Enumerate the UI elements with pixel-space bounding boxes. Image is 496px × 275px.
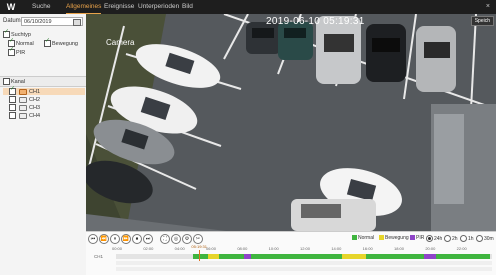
legend-normal: Normal — [352, 235, 374, 241]
timeline-tick-label: 18:00 — [394, 246, 405, 251]
pir-checkbox[interactable] — [8, 47, 15, 56]
timeline-tick-label: 00:00 — [112, 246, 123, 251]
range-24h[interactable]: 24h — [426, 235, 442, 242]
ch3-checkbox[interactable] — [9, 104, 16, 111]
type-pir[interactable]: PIR — [8, 47, 26, 57]
tab-bild[interactable]: Bild — [182, 0, 193, 14]
motion-label: Bewegung — [52, 40, 78, 47]
tab-unterperioden[interactable]: Unterperioden — [138, 0, 179, 14]
normal-swatch — [352, 235, 357, 241]
legend-pir: PIR — [410, 235, 424, 241]
rewind-button[interactable]: ⏪ — [99, 234, 109, 244]
skip-back-button[interactable]: ⏮ — [88, 234, 98, 244]
ch2-label: CH2 — [29, 96, 41, 103]
range-24h-radio[interactable] — [426, 235, 433, 242]
zoom-button[interactable]: ◎ — [171, 234, 181, 244]
playback-controls: ⏮ ⏪ ⏸ ⏩ ⏹ ⏭ ⛶ ◎ ⚙ ✂ Normal Bewegung PIR … — [86, 232, 496, 244]
close-button[interactable]: × — [486, 0, 490, 14]
ch3-label: CH3 — [29, 104, 41, 111]
ch1-label: CH1 — [29, 88, 41, 95]
settings-button[interactable]: ⚙ — [182, 234, 192, 244]
range-2h[interactable]: 2h — [444, 235, 458, 242]
app-logo: W — [6, 2, 16, 12]
timeline-segment-normal[interactable] — [287, 254, 342, 259]
legend-motion: Bewegung — [379, 235, 409, 241]
camera-overlay-label: Camera — [106, 38, 135, 47]
motion-swatch — [379, 235, 384, 241]
pir-swatch — [410, 235, 415, 241]
channel-item-ch3[interactable]: CH3 — [3, 104, 85, 111]
fast-forward-button[interactable]: ⏩ — [121, 234, 131, 244]
top-bar: W Suche Allgemeines Ereignisse Unterperi… — [0, 0, 496, 14]
channel-item-ch1[interactable]: CH1 — [3, 86, 85, 95]
range-30m-radio[interactable] — [476, 235, 483, 242]
date-field[interactable]: 06/10/2019 — [21, 17, 83, 26]
tab-ereignisse[interactable]: Ereignisse — [104, 0, 134, 14]
clip-button[interactable]: ✂ — [193, 234, 203, 244]
type-motion[interactable]: Bewegung — [44, 38, 78, 48]
search-type-checkbox[interactable] — [3, 29, 10, 38]
timeline-segment-pir[interactable] — [243, 254, 252, 259]
video-view[interactable]: Camera 2019-06-10 05:19:31 Speich — [86, 14, 496, 231]
ch4-checkbox[interactable] — [9, 112, 16, 119]
channel-all-checkbox[interactable] — [3, 78, 10, 85]
channel-item-ch2[interactable]: CH2 — [3, 96, 85, 103]
motion-checkbox[interactable] — [44, 38, 51, 47]
stop-button[interactable]: ⏹ — [132, 234, 142, 244]
timeline-tick-label: 16:00 — [362, 246, 373, 251]
timeline-segment-normal[interactable] — [435, 254, 491, 259]
timeline-tick-label: 02:00 — [143, 246, 154, 251]
channel-label: Kanal — [11, 78, 26, 85]
search-type-header[interactable]: Suchtyp — [3, 29, 31, 39]
date-value: 06/10/2019 — [24, 19, 52, 25]
timeline-tick-label: 22:00 — [456, 246, 467, 251]
sidebar: Datum: 06/10/2019 Suchtyp Normal Bewegun… — [0, 14, 87, 275]
timeline-segment-motion[interactable] — [208, 254, 220, 259]
timeline-tick-label: 08:00 — [237, 246, 248, 251]
timeline-tick-label: 14:00 — [331, 246, 342, 251]
pir-label: PIR — [16, 49, 26, 56]
timeline-tick-label: 12:00 — [300, 246, 311, 251]
video-timestamp: 2019-06-10 05:19:31 — [266, 16, 365, 27]
skip-forward-button[interactable]: ⏭ — [143, 234, 153, 244]
timeline-ticks: 00:00 02:00 04:00 06:00 08:00 10:00 12:00 14:00… — [86, 245, 496, 253]
range-30m[interactable]: 30m — [476, 235, 494, 242]
channel-item-ch4[interactable]: CH4 — [3, 112, 85, 119]
camera-icon — [19, 112, 27, 119]
tab-allgemeines[interactable]: Allgemeines — [66, 0, 102, 14]
ch2-checkbox[interactable] — [9, 96, 16, 103]
playback-window: W Suche Allgemeines Ereignisse Unterperi… — [0, 0, 496, 275]
timeline-segment-normal[interactable] — [366, 254, 425, 259]
camera-icon — [19, 88, 27, 95]
timeline-track-empty — [116, 261, 492, 265]
ch1-checkbox[interactable] — [9, 86, 16, 95]
date-row: Datum: 06/10/2019 — [3, 17, 83, 27]
date-label: Datum: — [3, 18, 23, 24]
ch4-label: CH4 — [29, 112, 41, 119]
timeline-tick-label: 04:00 — [174, 246, 185, 251]
range-2h-radio[interactable] — [444, 235, 451, 242]
range-1h-radio[interactable] — [460, 235, 467, 242]
fullscreen-button[interactable]: ⛶ — [160, 234, 170, 244]
timeline-track-empty — [116, 267, 492, 271]
timeline-segment-motion[interactable] — [341, 254, 367, 259]
normal-label: Normal — [16, 40, 34, 47]
timeline-track[interactable] — [116, 254, 492, 259]
camera-icon — [19, 96, 27, 103]
parking-lot-scene — [86, 14, 496, 231]
track-label: CH1 — [94, 254, 104, 259]
save-button[interactable]: Speich — [470, 16, 494, 26]
tab-suche[interactable]: Suche — [32, 0, 50, 14]
camera-icon — [19, 104, 27, 111]
timeline-tick-label: 20:00 — [425, 246, 436, 251]
timeline-tick-label: 06:00 — [206, 246, 217, 251]
timeline-cursor-label: 05:19:31 — [191, 244, 207, 249]
calendar-icon[interactable] — [73, 19, 81, 26]
range-1h[interactable]: 1h — [460, 235, 474, 242]
timeline-segment-pir[interactable] — [424, 254, 436, 259]
playback-panel: ⏮ ⏪ ⏸ ⏩ ⏹ ⏭ ⛶ ◎ ⚙ ✂ Normal Bewegung PIR … — [86, 231, 496, 275]
pause-button[interactable]: ⏸ — [110, 234, 120, 244]
timeline-tick-label: 10:00 — [268, 246, 279, 251]
normal-checkbox[interactable] — [8, 38, 15, 47]
